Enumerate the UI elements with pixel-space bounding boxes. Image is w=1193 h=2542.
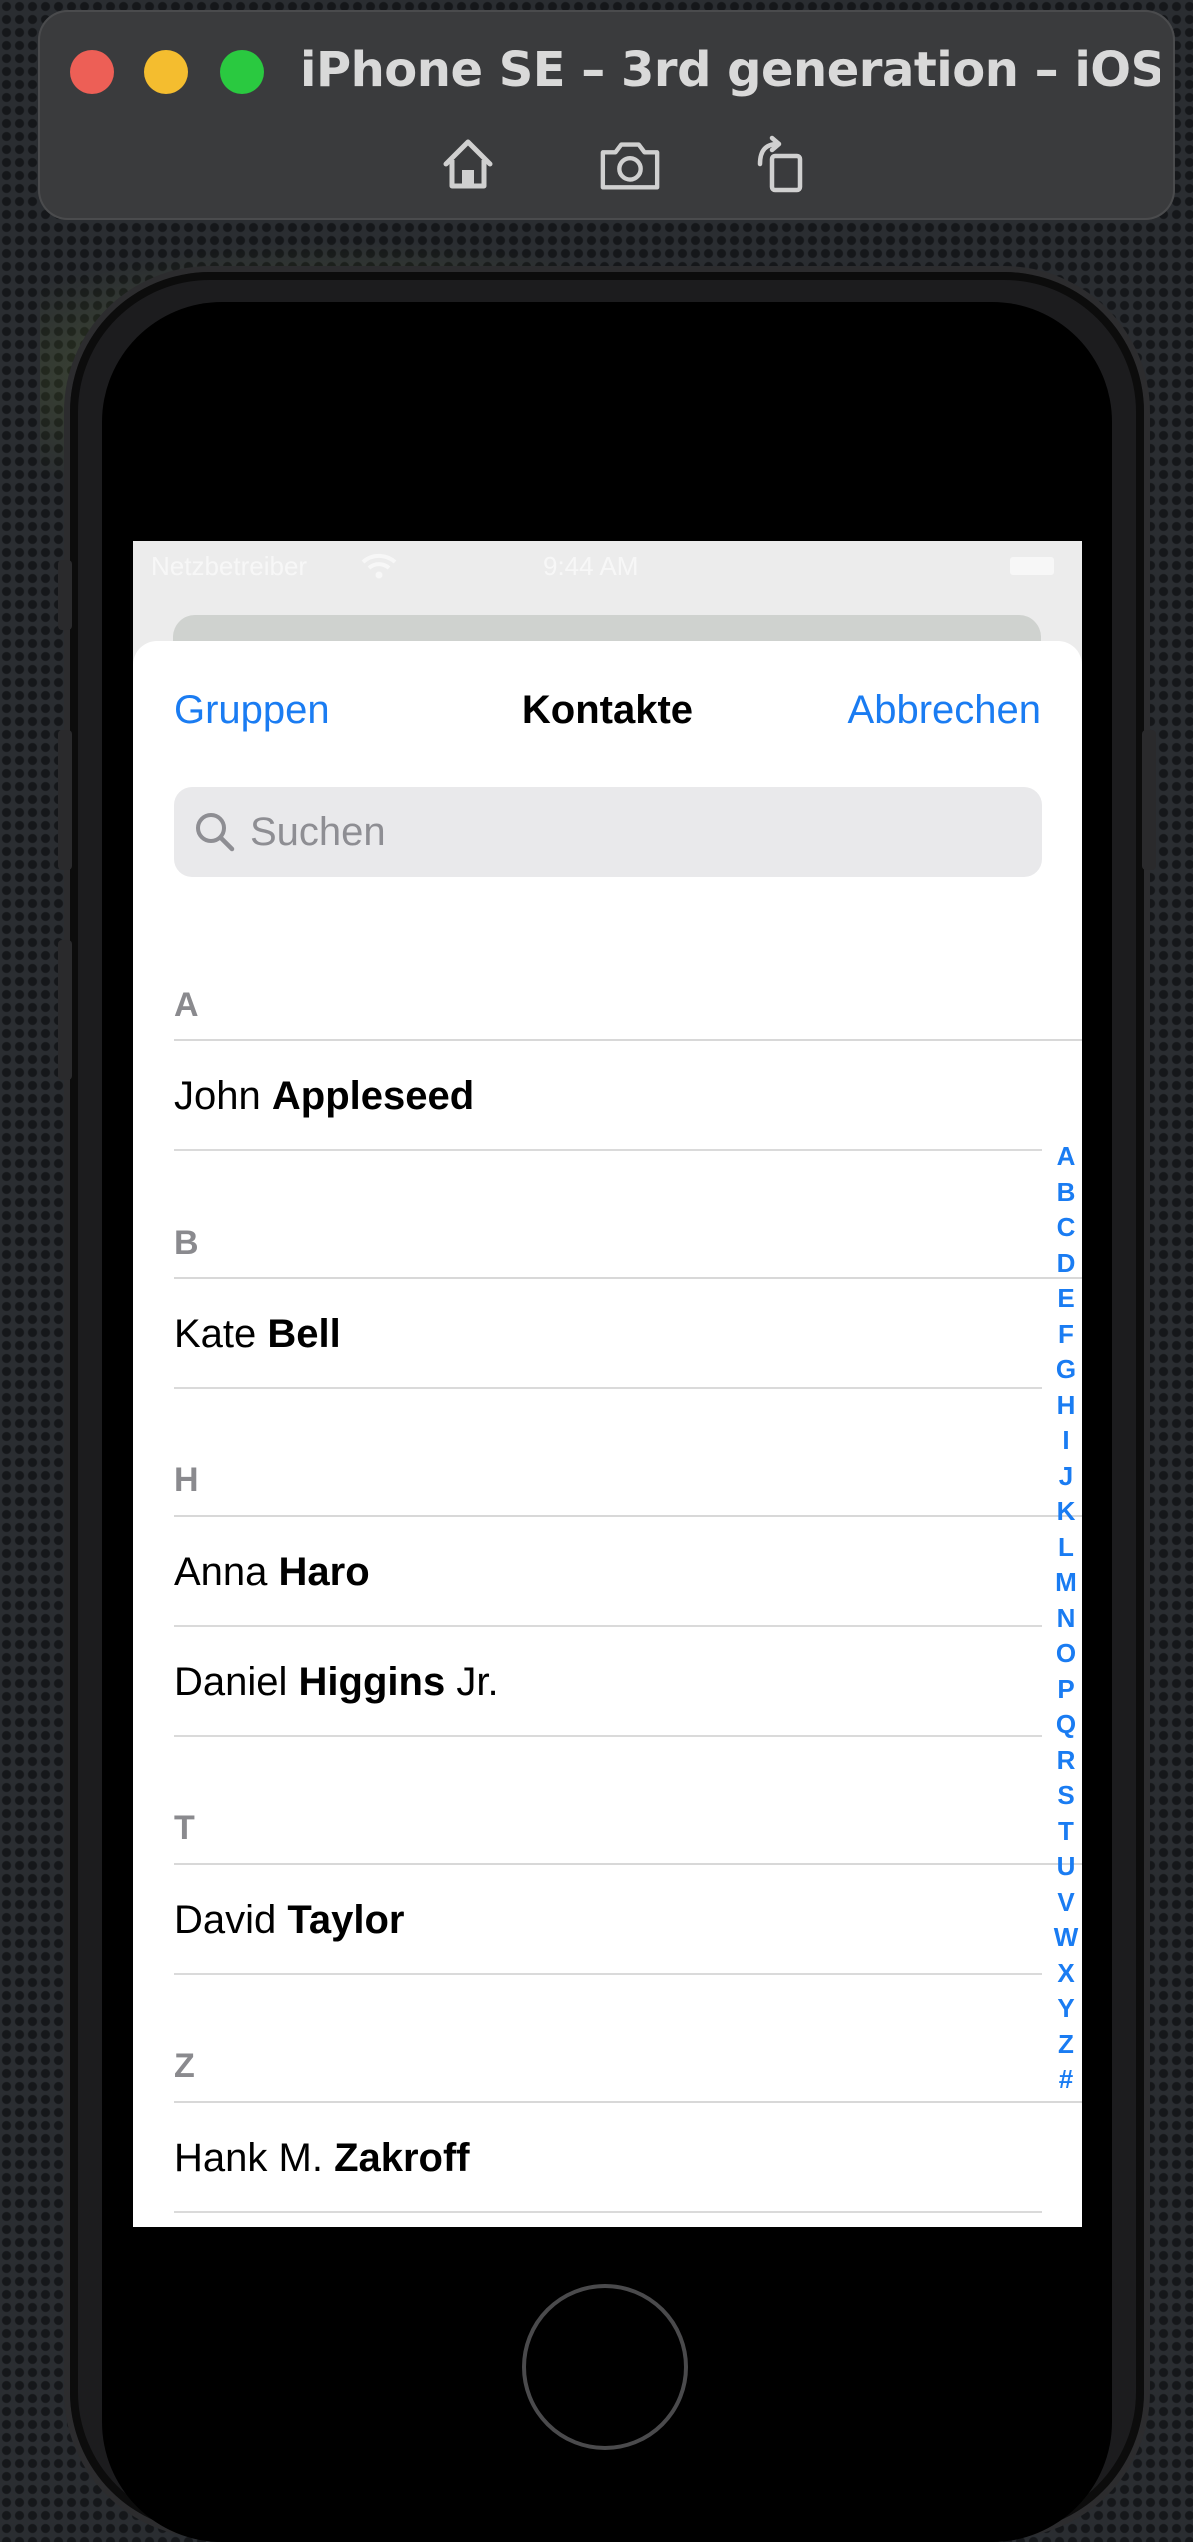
index-letter[interactable]: U: [1051, 1849, 1081, 1885]
index-letter[interactable]: F: [1051, 1317, 1081, 1353]
index-letter[interactable]: G: [1051, 1352, 1081, 1388]
index-letter[interactable]: W: [1051, 1920, 1081, 1956]
contact-row-anna-haro[interactable]: Anna Haro: [174, 1517, 1042, 1625]
index-letter[interactable]: H: [1051, 1388, 1081, 1424]
close-window-button[interactable]: [70, 50, 114, 94]
contact-name: David Taylor: [174, 1898, 405, 1942]
contact-name: John Appleseed: [174, 1074, 475, 1118]
index-letter[interactable]: E: [1051, 1281, 1081, 1317]
index-letter[interactable]: A: [1051, 1139, 1081, 1175]
wifi-icon: [361, 553, 397, 579]
index-letter[interactable]: #: [1051, 2062, 1081, 2098]
row-divider: [174, 1387, 1042, 1389]
row-divider: [174, 1973, 1042, 1975]
section-header-b: B: [174, 1224, 199, 1262]
search-icon: [196, 813, 235, 852]
index-letter[interactable]: D: [1051, 1246, 1081, 1282]
simulator-title-bar: iPhone SE – 3rd generation – iOS...: [38, 10, 1175, 220]
volume-up-button: [58, 730, 72, 870]
battery-icon: [1010, 557, 1054, 575]
device-screen: Netzbetreiber 9:44 AM Gruppen Kontakte A…: [133, 541, 1082, 2227]
index-letter[interactable]: T: [1051, 1814, 1081, 1850]
search-field[interactable]: [174, 787, 1042, 877]
index-letter[interactable]: P: [1051, 1672, 1081, 1708]
contact-name: Hank M. Zakroff: [174, 2136, 470, 2180]
contact-row-john-appleseed[interactable]: John Appleseed: [174, 1041, 1042, 1149]
section-header-z: Z: [174, 2047, 195, 2085]
screenshot-button[interactable]: [598, 132, 662, 196]
index-letter[interactable]: R: [1051, 1743, 1081, 1779]
index-letter[interactable]: C: [1051, 1210, 1081, 1246]
index-letter[interactable]: Q: [1051, 1707, 1081, 1743]
status-time: 9:44 AM: [543, 551, 639, 581]
search-input[interactable]: [250, 787, 1010, 877]
screenshot-icon: [600, 142, 660, 190]
contact-row-hank-zakroff[interactable]: Hank M. Zakroff: [174, 2103, 1042, 2211]
rotate-icon: [757, 135, 803, 193]
carrier-label: Netzbetreiber: [151, 551, 308, 581]
index-letter[interactable]: S: [1051, 1778, 1081, 1814]
section-header-t: T: [174, 1809, 195, 1847]
index-letter[interactable]: L: [1051, 1530, 1081, 1566]
row-divider: [174, 1735, 1042, 1737]
contact-name: Anna Haro: [174, 1550, 370, 1594]
index-letter[interactable]: I: [1051, 1423, 1081, 1459]
power-button: [1142, 730, 1156, 870]
page-title: Kontakte: [521, 688, 694, 732]
volume-down-button: [58, 940, 72, 1080]
index-letter[interactable]: K: [1051, 1494, 1081, 1530]
index-letter[interactable]: B: [1051, 1175, 1081, 1211]
mute-switch: [58, 560, 72, 630]
contacts-sheet: Gruppen Kontakte Abbrechen A John Apples…: [133, 641, 1082, 2227]
contact-row-daniel-higgins[interactable]: Daniel Higgins Jr.: [174, 1627, 1042, 1735]
contact-row-david-taylor[interactable]: David Taylor: [174, 1865, 1042, 1973]
row-divider: [174, 1149, 1042, 1151]
rotate-button[interactable]: [750, 132, 814, 196]
home-button[interactable]: [436, 132, 500, 196]
index-letter[interactable]: Y: [1051, 1991, 1081, 2027]
groups-button[interactable]: Gruppen: [174, 685, 330, 735]
status-bar: Netzbetreiber 9:44 AM: [133, 541, 1082, 591]
contact-name: Kate Bell: [174, 1312, 341, 1356]
section-header-a: A: [174, 986, 199, 1024]
minimize-window-button[interactable]: [144, 50, 188, 94]
index-letter[interactable]: M: [1051, 1565, 1081, 1601]
cancel-button[interactable]: Abbrechen: [848, 685, 1041, 735]
section-header-h: H: [174, 1461, 199, 1499]
home-icon: [443, 139, 493, 189]
simulator-title: iPhone SE – 3rd generation – iOS...: [300, 42, 1160, 98]
index-letter[interactable]: V: [1051, 1885, 1081, 1921]
contact-name: Daniel Higgins Jr.: [174, 1660, 499, 1704]
row-divider: [174, 2211, 1042, 2213]
zoom-window-button[interactable]: [220, 50, 264, 94]
contact-row-kate-bell[interactable]: Kate Bell: [174, 1279, 1042, 1387]
index-letter[interactable]: Z: [1051, 2027, 1081, 2063]
section-index[interactable]: A B C D E F G H I J K L M N O P Q R S T U V W X Y Z #: [1051, 1139, 1081, 2098]
index-letter[interactable]: N: [1051, 1601, 1081, 1637]
index-letter[interactable]: J: [1051, 1459, 1081, 1495]
index-letter[interactable]: O: [1051, 1636, 1081, 1672]
index-letter[interactable]: X: [1051, 1956, 1081, 1992]
device-home-button[interactable]: [522, 2284, 688, 2450]
